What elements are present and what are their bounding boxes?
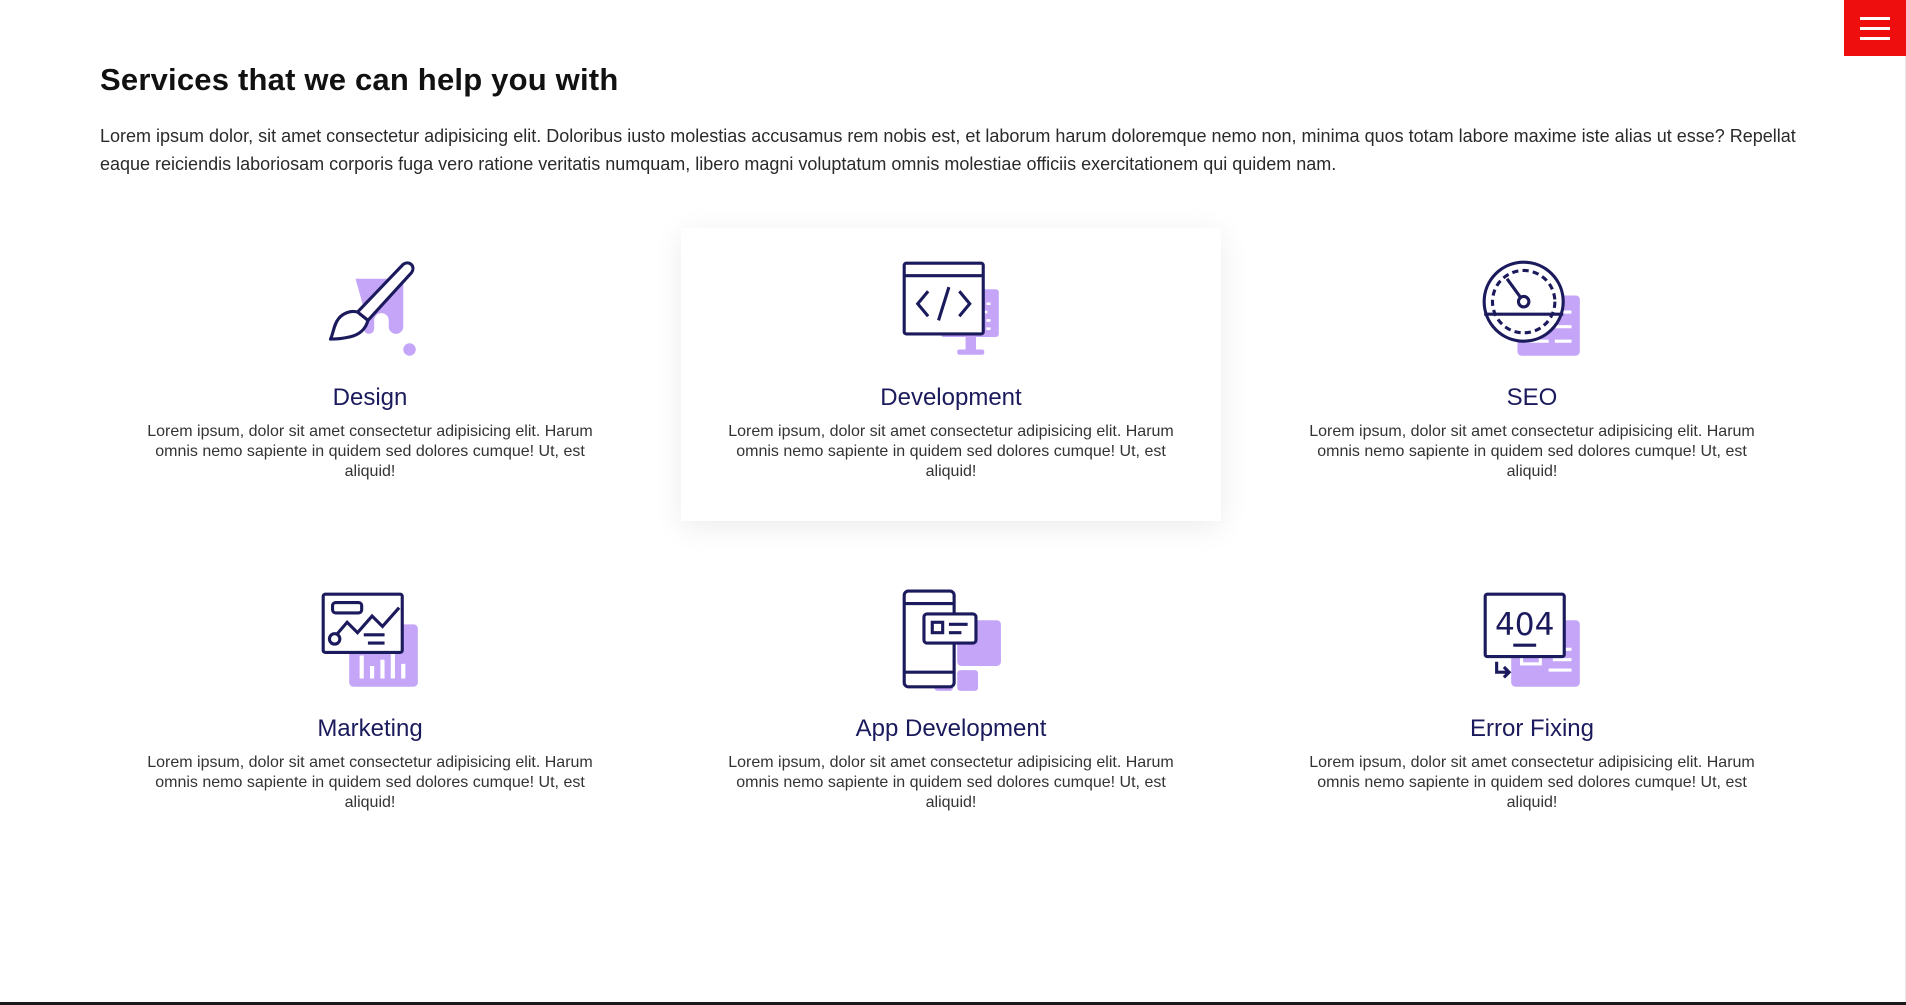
service-card-error-fixing: 404 Error Fixing Lorem ipsum, dolor sit … (1262, 559, 1802, 852)
svg-text:404: 404 (1495, 607, 1555, 643)
service-description: Lorem ipsum, dolor sit amet consectetur … (147, 754, 593, 811)
service-title: Design (332, 384, 408, 411)
speedometer-icon (1482, 260, 1580, 356)
service-card-app-development: App Development Lorem ipsum, dolor sit a… (681, 559, 1221, 852)
service-title: Error Fixing (1469, 715, 1595, 742)
section-intro: Lorem ipsum dolor, sit amet consectetur … (100, 126, 1796, 174)
menu-button[interactable] (1844, 0, 1906, 56)
code-monitor-icon (902, 261, 999, 355)
service-description: Lorem ipsum, dolor sit amet consectetur … (728, 754, 1174, 811)
error-404-icon: 404 (1483, 592, 1580, 687)
section-title: Services that we can help you with (100, 62, 619, 97)
hamburger-menu-icon-bar (1860, 26, 1890, 30)
service-description: Lorem ipsum, dolor sit amet consectetur … (147, 423, 593, 480)
mobile-app-icon (902, 589, 1001, 691)
service-description: Lorem ipsum, dolor sit amet consectetur … (1309, 423, 1755, 480)
analytics-chart-icon (321, 592, 418, 687)
hamburger-menu-icon (1860, 16, 1890, 20)
service-title: App Development (855, 715, 1047, 742)
service-card-marketing: Marketing Lorem ipsum, dolor sit amet co… (100, 559, 640, 852)
service-title: SEO (1506, 384, 1558, 411)
page: Services that we can help you with Lorem… (0, 0, 1906, 1005)
service-description: Lorem ipsum, dolor sit amet consectetur … (728, 423, 1174, 480)
hamburger-menu-icon-bar (1860, 36, 1890, 40)
service-title: Development (880, 384, 1022, 411)
services-grid: Design Lorem ipsum, dolor sit amet conse… (100, 228, 1840, 852)
service-card-design: Design Lorem ipsum, dolor sit amet conse… (100, 228, 640, 521)
service-description: Lorem ipsum, dolor sit amet consectetur … (1309, 754, 1755, 811)
service-title: Marketing (317, 715, 423, 742)
service-card-seo: SEO Lorem ipsum, dolor sit amet consecte… (1262, 228, 1802, 521)
paintbrush-icon (328, 261, 416, 356)
service-card-development: Development Lorem ipsum, dolor sit amet … (681, 228, 1221, 521)
